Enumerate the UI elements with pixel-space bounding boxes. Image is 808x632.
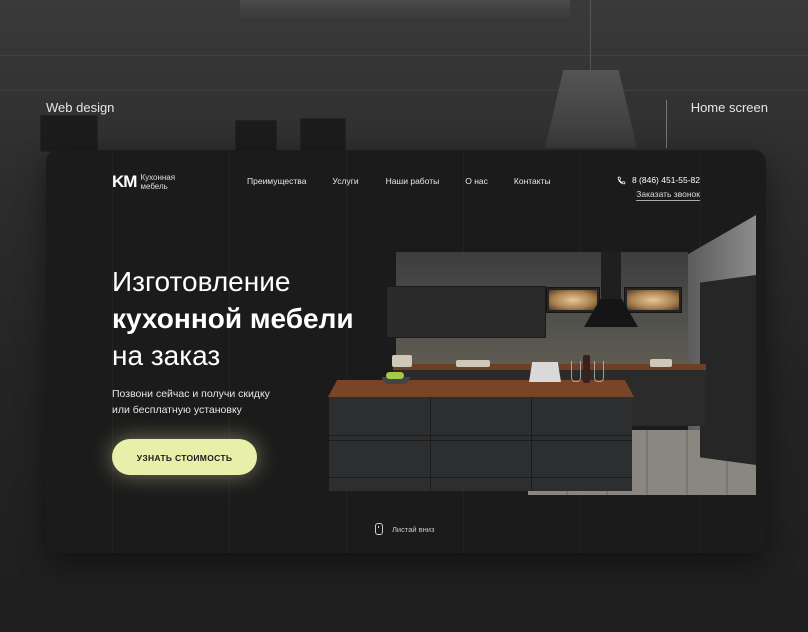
island-drawer-line	[329, 435, 632, 436]
nav-item-contacts[interactable]: Контакты	[514, 176, 551, 186]
home-screen-label: Home screen	[690, 100, 768, 115]
web-design-label: Web design	[46, 100, 115, 115]
shelf-light	[627, 290, 679, 310]
tall-cabinets	[700, 275, 756, 465]
backdrop-window	[235, 120, 277, 152]
counter-item	[392, 355, 412, 367]
laptop	[529, 362, 561, 382]
main-nav: Преимущества Услуги Наши работы О нас Ко…	[247, 176, 577, 186]
ceiling-panel	[240, 0, 570, 22]
phone-number[interactable]: 8 (846) 451-55-82	[617, 175, 700, 185]
counter-item	[650, 359, 672, 367]
logo-line-2: мебель	[140, 182, 168, 191]
backdrop-window	[300, 118, 346, 152]
scroll-down-hint[interactable]: Листай вниз	[375, 523, 434, 535]
island-drawer-line	[329, 477, 632, 478]
hood-pipe	[601, 251, 621, 299]
hero-title-line-2: кухонной мебели	[112, 303, 354, 334]
nav-item-advantages[interactable]: Преимущества	[247, 176, 306, 186]
order-call-link[interactable]: Заказать звонок	[636, 189, 700, 201]
kitchen-image	[328, 215, 756, 495]
nav-item-portfolio[interactable]: Наши работы	[386, 176, 440, 186]
wine-glass	[571, 361, 581, 382]
backdrop-window	[40, 115, 98, 152]
upper-cabinets	[386, 286, 546, 338]
lit-shelf	[624, 287, 682, 313]
nav-item-about[interactable]: О нас	[465, 176, 488, 186]
get-price-button[interactable]: УЗНАТЬ СТОИМОСТЬ	[112, 439, 257, 475]
hero-title: Изготовление кухонной мебели на заказ	[112, 263, 354, 374]
wall-line	[0, 90, 808, 91]
lit-shelf	[546, 287, 600, 313]
island-seam	[531, 397, 532, 491]
phone-icon	[617, 176, 626, 184]
logo-text: Кухонная мебель	[140, 173, 175, 191]
hero-subtitle-line-2: или бесплатную установку	[112, 404, 242, 416]
wall-line	[0, 55, 808, 56]
wine-bottle	[583, 355, 590, 383]
pendant-lamp	[545, 70, 637, 148]
hero-subtitle: Позвони сейчас и получи скидку или беспл…	[112, 386, 292, 418]
scroll-down-label: Листай вниз	[392, 524, 435, 534]
wine-glass	[594, 361, 604, 382]
counter-item	[456, 360, 490, 367]
vertical-divider	[666, 100, 667, 148]
site-logo[interactable]: KM Кухонная мебель	[112, 172, 175, 192]
mouse-scroll-icon	[375, 523, 383, 535]
logo-mark: KM	[112, 172, 137, 191]
fruit	[386, 372, 404, 379]
nav-item-services[interactable]: Услуги	[332, 176, 358, 186]
island-drawer-line	[329, 440, 632, 441]
hero-title-line-1: Изготовление	[112, 266, 291, 297]
phone-text: 8 (846) 451-55-82	[631, 175, 700, 185]
hero-subtitle-line-1: Позвони сейчас и получи скидку	[112, 388, 270, 400]
island-seam	[430, 397, 431, 491]
shelf-light	[549, 290, 597, 310]
website-mockup: KM Кухонная мебель Преимущества Услуги Н…	[46, 150, 766, 553]
hero-title-line-3: на заказ	[112, 340, 221, 371]
lamp-cord	[590, 0, 591, 70]
logo-line-1: Кухонная	[140, 173, 176, 182]
